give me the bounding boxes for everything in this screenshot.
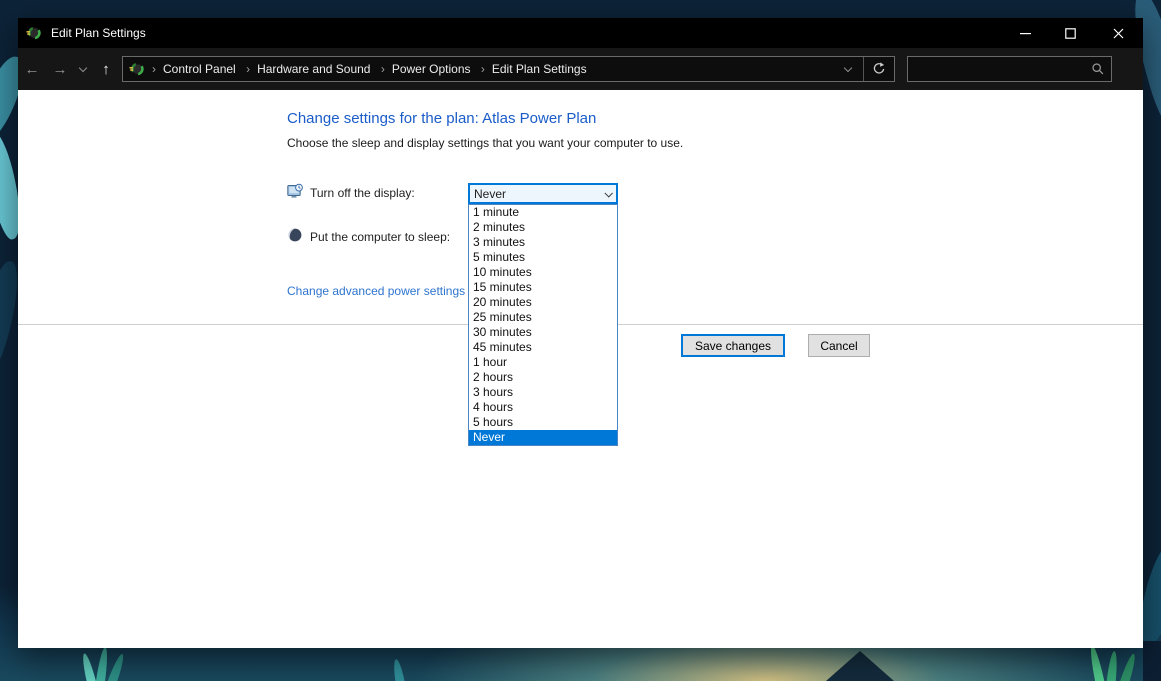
wallpaper-rock bbox=[826, 651, 894, 681]
breadcrumb-separator-icon: › bbox=[246, 62, 251, 76]
window-title: Edit Plan Settings bbox=[51, 26, 146, 40]
address-bar[interactable]: › Control Panel › Hardware and Sound › Powe… bbox=[122, 56, 895, 82]
dropdown-option[interactable]: 1 minute bbox=[469, 205, 617, 220]
breadcrumb-item[interactable]: Edit Plan Settings bbox=[492, 62, 587, 76]
breadcrumb-separator-icon: › bbox=[480, 62, 485, 76]
breadcrumb-segment: › Control Panel bbox=[145, 62, 236, 76]
dropdown-option[interactable]: 3 minutes bbox=[469, 235, 617, 250]
back-arrow-icon: ← bbox=[24, 60, 40, 78]
chevron-down-icon bbox=[78, 63, 88, 72]
recent-pages-button[interactable] bbox=[74, 54, 92, 84]
dropdown-option[interactable]: 25 minutes bbox=[469, 310, 617, 325]
dropdown-option[interactable]: Never bbox=[469, 430, 617, 445]
close-icon bbox=[1113, 28, 1123, 38]
maximize-icon bbox=[1065, 27, 1076, 39]
search-icon[interactable] bbox=[1085, 62, 1111, 76]
address-dropdown-button[interactable] bbox=[833, 57, 863, 81]
breadcrumb-item[interactable]: Control Panel bbox=[163, 62, 236, 76]
wallpaper-grass bbox=[1106, 650, 1119, 681]
navigation-bar: ← → ↑ › Control Panel › Hardware and Sound… bbox=[18, 48, 1143, 90]
display-timeout-select[interactable]: Never bbox=[468, 183, 618, 204]
breadcrumb-segment: › Hardware and Sound bbox=[239, 62, 370, 76]
combo-selected-value: Never bbox=[474, 186, 507, 201]
breadcrumb-separator-icon: › bbox=[152, 62, 156, 76]
power-options-icon bbox=[129, 63, 144, 76]
edit-plan-settings-window: Edit Plan Settings ← → ↑ › Control Panel… bbox=[18, 18, 1143, 648]
dropdown-option[interactable]: 45 minutes bbox=[469, 340, 617, 355]
dropdown-option[interactable]: 15 minutes bbox=[469, 280, 617, 295]
minimize-icon bbox=[1020, 32, 1031, 34]
up-arrow-icon: ↑ bbox=[102, 60, 110, 78]
maximize-button[interactable] bbox=[1048, 18, 1093, 48]
forward-button[interactable]: → bbox=[46, 54, 74, 84]
chevron-down-icon bbox=[604, 188, 613, 198]
breadcrumb: › Control Panel › Hardware and Sound › Powe… bbox=[145, 62, 587, 76]
chevron-down-icon bbox=[843, 63, 853, 72]
dropdown-option[interactable]: 1 hour bbox=[469, 355, 617, 370]
content-area: Change settings for the plan: Atlas Powe… bbox=[18, 90, 1143, 648]
breadcrumb-segment: › Power Options bbox=[374, 62, 471, 76]
page-subtitle: Choose the sleep and display settings th… bbox=[287, 136, 684, 150]
dropdown-option[interactable]: 4 hours bbox=[469, 400, 617, 415]
dropdown-option[interactable]: 20 minutes bbox=[469, 295, 617, 310]
search-box bbox=[907, 56, 1112, 82]
dropdown-option[interactable]: 30 minutes bbox=[469, 325, 617, 340]
sleep-moon-icon bbox=[288, 228, 302, 242]
wallpaper-grass bbox=[1118, 652, 1139, 681]
search-input[interactable] bbox=[908, 62, 1085, 76]
dropdown-option[interactable]: 5 hours bbox=[469, 415, 617, 430]
wallpaper-grass bbox=[80, 652, 97, 681]
advanced-power-settings-link[interactable]: Change advanced power settings bbox=[287, 284, 465, 298]
breadcrumb-segment: › Edit Plan Settings bbox=[474, 62, 587, 76]
power-options-icon bbox=[26, 27, 41, 40]
sleep-label: Put the computer to sleep: bbox=[310, 230, 451, 244]
breadcrumb-item[interactable]: Power Options bbox=[392, 62, 471, 76]
breadcrumb-separator-icon: › bbox=[380, 62, 385, 76]
minimize-button[interactable] bbox=[1003, 18, 1048, 48]
breadcrumb-item[interactable]: Hardware and Sound bbox=[257, 62, 370, 76]
display-clock-icon bbox=[287, 183, 303, 198]
page-title: Change settings for the plan: Atlas Powe… bbox=[287, 110, 597, 127]
save-changes-button[interactable]: Save changes bbox=[681, 334, 785, 357]
dropdown-option[interactable]: 2 minutes bbox=[469, 220, 617, 235]
cancel-button[interactable]: Cancel bbox=[808, 334, 870, 357]
dropdown-option[interactable]: 2 hours bbox=[469, 370, 617, 385]
wallpaper-grass bbox=[391, 658, 406, 681]
wallpaper-grass bbox=[1087, 644, 1106, 681]
refresh-icon bbox=[873, 62, 885, 74]
forward-arrow-icon: → bbox=[52, 60, 68, 78]
dropdown-option[interactable]: 5 minutes bbox=[469, 250, 617, 265]
back-button[interactable]: ← bbox=[18, 54, 46, 84]
titlebar: Edit Plan Settings bbox=[18, 18, 1143, 48]
dropdown-option[interactable]: 10 minutes bbox=[469, 265, 617, 280]
wallpaper-grass bbox=[95, 646, 110, 681]
wallpaper-grass bbox=[106, 652, 127, 681]
close-button[interactable] bbox=[1093, 18, 1143, 48]
up-button[interactable]: ↑ bbox=[92, 54, 120, 84]
turn-off-display-label: Turn off the display: bbox=[310, 186, 415, 200]
dropdown-option[interactable]: 3 hours bbox=[469, 385, 617, 400]
display-timeout-options-list: 1 minute 2 minutes 3 minutes 5 minutes 1… bbox=[468, 204, 618, 446]
refresh-button[interactable] bbox=[864, 57, 894, 81]
wallpaper-trunk bbox=[1143, 641, 1161, 681]
